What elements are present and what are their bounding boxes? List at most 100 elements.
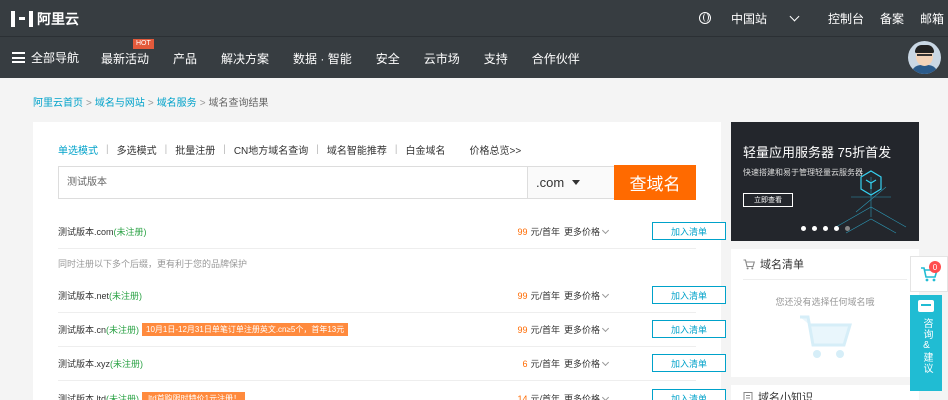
price-info: 99 元/首年 更多价格 (517, 289, 610, 302)
carousel-dot[interactable] (845, 226, 850, 231)
add-to-list-button[interactable]: 加入清单 (652, 286, 726, 304)
chat-icon (918, 300, 934, 312)
banner-title: 轻量应用服务器 75折首发 (743, 145, 892, 160)
nav-item-solutions[interactable]: 解决方案 (221, 50, 269, 67)
filing-link[interactable]: 备案 (880, 10, 904, 27)
tab-bulk-register[interactable]: 批量注册 (175, 142, 215, 157)
search-domain-button[interactable]: 查域名 (614, 165, 696, 200)
all-nav-button[interactable]: 全部导航 (12, 49, 79, 66)
more-price-link[interactable]: 更多价格 (564, 225, 600, 238)
all-nav-label: 全部导航 (31, 51, 80, 65)
logo-text: 阿里云 (37, 11, 79, 27)
empty-list-message: 您还没有选择任何域名哦 (775, 297, 875, 307)
domain-search-input[interactable] (67, 175, 517, 186)
price-info: 99 元/首年 更多价格 (517, 323, 610, 336)
breadcrumb-current: 域名查询结果 (208, 98, 269, 109)
nav-item-data-ai[interactable]: 数据 · 智能 (293, 50, 352, 67)
menu-icon (12, 52, 25, 63)
carousel-dot[interactable] (812, 226, 817, 231)
globe-icon (698, 12, 711, 24)
nav-item-activities[interactable]: 最新活动 HOT (101, 38, 154, 67)
breadcrumb: 阿里云首页 > 域名与网站 > 域名服务 > 域名查询结果 (33, 94, 269, 109)
aliyun-logo-icon (11, 11, 33, 27)
domain-list-title: 域名清单 (760, 259, 804, 271)
suffix-value: .com (536, 175, 565, 190)
chevron-down-icon[interactable] (601, 324, 610, 332)
chevron-down-icon[interactable] (601, 290, 610, 298)
row-divider (58, 312, 696, 313)
tab-single-mode[interactable]: 单选模式 (58, 142, 98, 157)
cart-icon (743, 258, 755, 269)
avatar[interactable] (908, 41, 941, 74)
price-unit: 元/首年 (530, 394, 560, 400)
tab-smart-recommend[interactable]: 域名智能推荐 (327, 142, 387, 157)
price-value: 6 (522, 358, 528, 369)
price-unit: 元/首年 (530, 325, 560, 335)
add-to-list-button[interactable]: 加入清单 (652, 320, 726, 338)
nav-item-security[interactable]: 安全 (376, 50, 400, 67)
domain-status: (未注册) (106, 324, 140, 335)
banner-view-button[interactable]: 立即查看 (743, 193, 793, 207)
domain-name: 测试版本.net (58, 290, 110, 301)
chevron-down-icon (789, 11, 800, 21)
add-to-list-button[interactable]: 加入清单 (652, 389, 726, 400)
aliyun-logo[interactable]: 阿里云 (11, 9, 79, 29)
result-row: 测试版本.com (未注册) 99 元/首年 更多价格 加入清单 (58, 216, 726, 246)
price-value: 14 (517, 393, 528, 400)
price-info: 99 元/首年 更多价格 (517, 225, 610, 238)
promo-banner[interactable]: 轻量应用服务器 75折首发 快速搭建和易于管理轻量云服务器 立即查看 (731, 122, 919, 241)
price-overview-link[interactable]: 价格总览>> (470, 142, 522, 157)
add-to-list-button[interactable]: 加入清单 (652, 222, 726, 240)
top-bar: 阿里云 中国站 控制台 备案 邮箱 (0, 0, 948, 36)
row-divider (58, 346, 696, 347)
domain-search-box: .com (58, 166, 616, 199)
row-divider (58, 380, 696, 381)
breadcrumb-domain-service[interactable]: 域名服务 (157, 98, 197, 109)
tab-cn-local[interactable]: CN地方域名查询 (234, 142, 308, 157)
more-price-link[interactable]: 更多价格 (564, 289, 600, 302)
floating-cart-button[interactable]: 0 (910, 256, 948, 292)
chevron-down-icon[interactable] (601, 226, 610, 234)
result-row: 测试版本.xyz (未注册) 6 元/首年 更多价格 加入清单 (58, 348, 726, 378)
suffix-select[interactable]: .com (527, 167, 615, 198)
nav-item-marketplace[interactable]: 云市场 (424, 50, 460, 67)
add-to-list-button[interactable]: 加入清单 (652, 354, 726, 372)
breadcrumb-domains-sites[interactable]: 域名与网站 (95, 98, 145, 109)
chevron-down-icon[interactable] (601, 393, 610, 400)
breadcrumb-home[interactable]: 阿里云首页 (33, 98, 83, 109)
nav-item-partners[interactable]: 合作伙伴 (532, 50, 580, 67)
carousel-dot[interactable] (834, 226, 839, 231)
tab-divider: | (316, 144, 319, 155)
price-unit: 元/首年 (530, 359, 560, 369)
nav-item-support[interactable]: 支持 (484, 50, 508, 67)
more-price-link[interactable]: 更多价格 (564, 392, 600, 400)
consult-label: 咨询&建议 (921, 318, 932, 374)
chevron-down-icon[interactable] (601, 358, 610, 366)
site-selector[interactable]: 中国站 (698, 10, 800, 27)
domain-status: (未注册) (109, 290, 143, 301)
price-value: 99 (517, 324, 528, 335)
site-label: 中国站 (730, 11, 767, 26)
nav-item-products[interactable]: 产品 (173, 50, 197, 67)
more-price-link[interactable]: 更多价格 (564, 357, 600, 370)
consult-feedback-button[interactable]: 咨询&建议 (910, 295, 942, 391)
mail-link[interactable]: 邮箱 (920, 10, 944, 27)
tab-platinum[interactable]: 白金域名 (406, 142, 446, 157)
more-price-link[interactable]: 更多价格 (564, 323, 600, 336)
carousel-dots (801, 226, 850, 231)
price-unit: 元/首年 (530, 227, 560, 237)
domain-list-panel: 域名清单 您还没有选择任何域名哦 (731, 249, 919, 377)
breadcrumb-separator: > (86, 98, 92, 109)
breadcrumb-separator: > (147, 98, 154, 109)
breadcrumb-separator: > (199, 98, 206, 109)
header-divider (743, 279, 907, 280)
domain-name: 测试版本.cn (58, 324, 107, 335)
console-link[interactable]: 控制台 (828, 10, 864, 27)
tab-divider: | (106, 144, 109, 155)
carousel-dot[interactable] (823, 226, 828, 231)
caret-down-icon (572, 180, 581, 185)
nav-item-label: 最新活动 (101, 51, 150, 66)
carousel-dot[interactable] (801, 226, 806, 231)
knowledge-header: 域名小知识 (743, 389, 813, 400)
tab-multi-mode[interactable]: 多选模式 (117, 142, 157, 157)
